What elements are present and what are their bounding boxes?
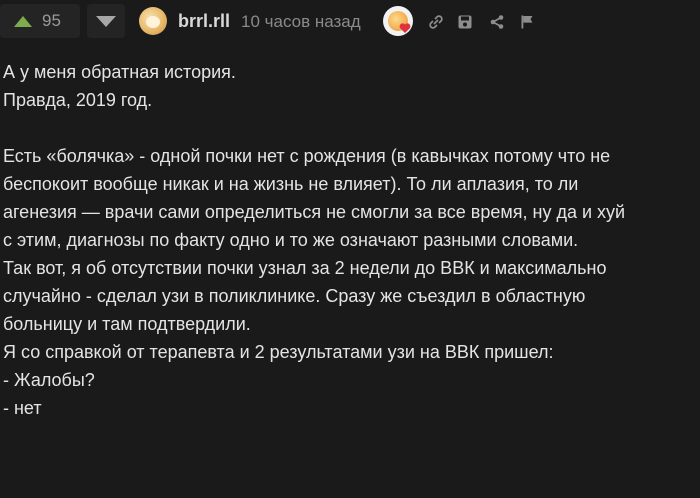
avatar-face (146, 16, 160, 28)
comment-timestamp[interactable]: 10 часов назад (241, 12, 361, 32)
comment-line: - Жалобы? (3, 370, 95, 390)
comment-line: Есть «болячка» - одной почки нет с рожде… (3, 146, 611, 166)
comment-line: Правда, 2019 год. (3, 90, 153, 110)
comment-line: А у меня обратная история. (3, 62, 236, 82)
avatar[interactable] (139, 7, 167, 35)
downvote-button[interactable] (87, 4, 125, 38)
comment-header: 95 brrl.rll 10 часов назад (0, 0, 700, 44)
comment-line: агенезия — врачи сами определиться не см… (3, 202, 626, 222)
comment-body: А у меня обратная история. Правда, 2019 … (3, 58, 693, 422)
comment-page: 95 brrl.rll 10 часов назад А у меня обра… (0, 0, 700, 498)
flag-icon[interactable] (518, 13, 536, 31)
arrow-down-icon (96, 15, 116, 27)
comment-line: Так вот, я об отсутствии почки узнал за … (3, 258, 607, 278)
link-icon[interactable] (427, 13, 445, 31)
vote-count: 95 (42, 11, 61, 30)
comment-line: больницу и там подтвердили. (3, 314, 251, 334)
username-link[interactable]: brrl.rll (178, 11, 230, 32)
heart-icon (399, 23, 411, 33)
comment-line: Я со справкой от терапевта и 2 результат… (3, 342, 554, 362)
comment-line: случайно - сделал узи в поликлинике. Сра… (3, 286, 586, 306)
save-icon[interactable] (456, 13, 474, 31)
award-badge[interactable] (383, 6, 413, 36)
upvote-button[interactable]: 95 (0, 4, 80, 38)
comment-line: беспокоит вообще никак и на жизнь не вли… (3, 174, 579, 194)
share-icon[interactable] (488, 13, 506, 31)
comment-line: - нет (3, 398, 42, 418)
comment-line (3, 114, 693, 142)
comment-line: с этим, диагнозы по факту одно и то же о… (3, 230, 579, 250)
arrow-up-icon (14, 15, 32, 27)
